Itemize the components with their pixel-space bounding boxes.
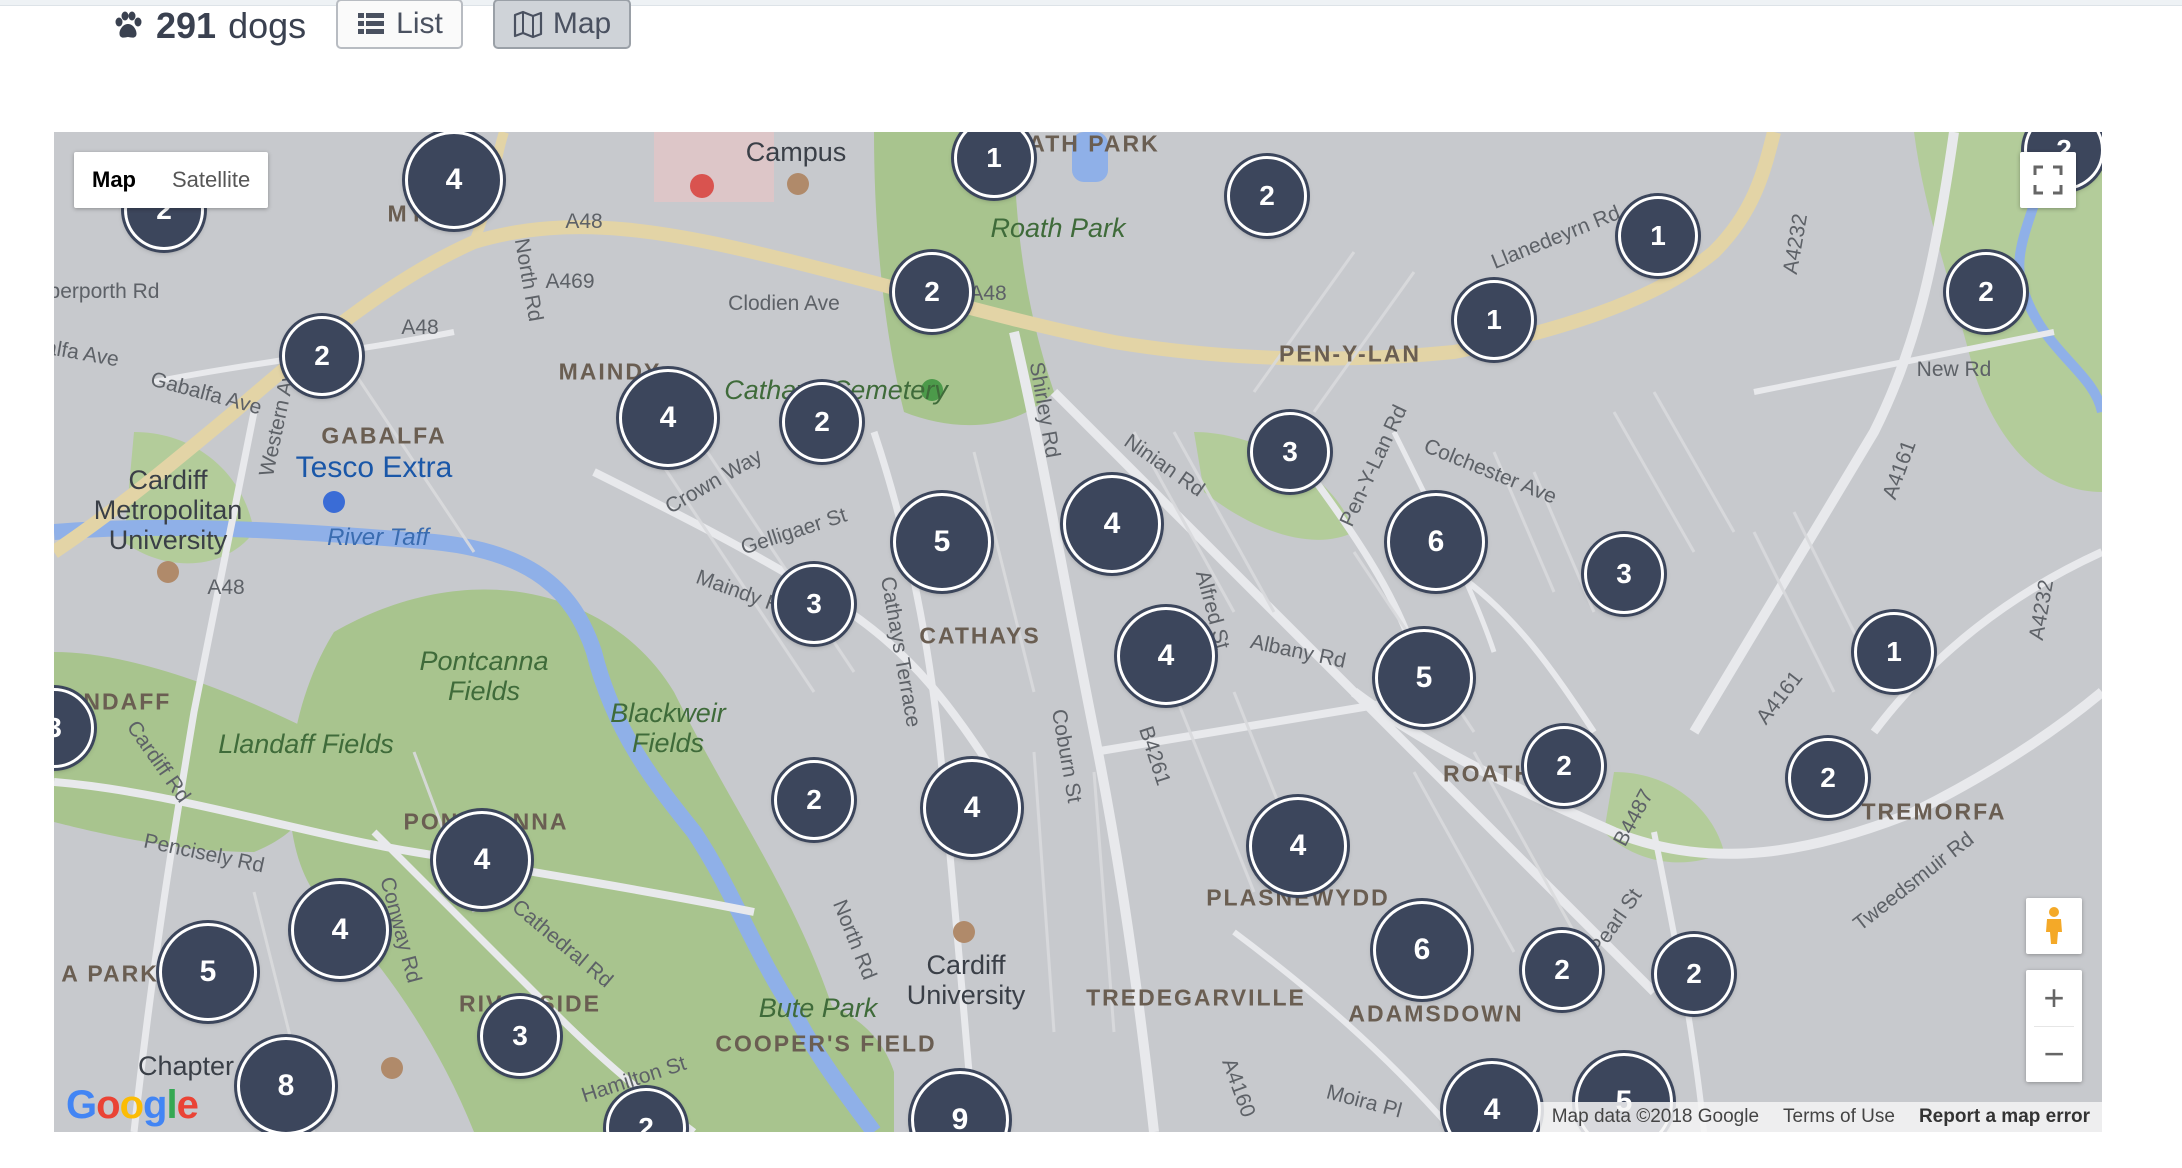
cluster-marker[interactable]: 3 bbox=[480, 996, 560, 1076]
street-view-pegman-button[interactable] bbox=[2026, 898, 2082, 954]
label-chapter: Chapter bbox=[137, 1051, 235, 1081]
count-number: 291 bbox=[156, 5, 217, 46]
cluster-marker[interactable]: 6 bbox=[1373, 901, 1471, 999]
results-header: 291 dogs List Map bbox=[112, 0, 632, 52]
cluster-marker[interactable]: 2 bbox=[1227, 156, 1307, 236]
cluster-marker[interactable]: 3 bbox=[774, 564, 854, 644]
label-llandaff-fields: Llandaff Fields bbox=[218, 729, 394, 759]
cluster-marker[interactable]: 8 bbox=[237, 1037, 335, 1132]
cluster-marker[interactable]: 2 bbox=[782, 382, 862, 462]
zoom-in-button[interactable]: + bbox=[2026, 970, 2082, 1026]
label-roath-park: Roath Park bbox=[990, 213, 1126, 243]
label-tesco-extra: Tesco Extra bbox=[295, 451, 453, 484]
cluster-marker[interactable]: 6 bbox=[1387, 493, 1485, 591]
label-adamsdown: ADAMSDOWN bbox=[1348, 1000, 1524, 1027]
paw-icon bbox=[115, 11, 142, 38]
label-a48-1: A48 bbox=[565, 210, 603, 233]
label-a48-3: A48 bbox=[969, 282, 1007, 305]
label-pontcanna-fields: Pontcanna Fields bbox=[419, 646, 549, 706]
cluster-marker[interactable]: 5 bbox=[893, 493, 991, 591]
list-view-label: List bbox=[396, 7, 443, 40]
cluster-marker[interactable]: 4 bbox=[619, 369, 717, 467]
map-base-layer bbox=[54, 132, 2102, 1132]
cluster-marker[interactable]: 4 bbox=[923, 759, 1021, 857]
cluster-marker[interactable]: 4 bbox=[405, 132, 503, 229]
label-campus: Campus bbox=[745, 137, 847, 167]
cluster-marker[interactable]: 1 bbox=[1618, 196, 1698, 276]
cluster-marker[interactable]: 5 bbox=[159, 923, 257, 1021]
label-coopers-field: COOPER'S FIELD bbox=[715, 1030, 937, 1057]
cluster-marker[interactable]: 2 bbox=[1654, 934, 1734, 1014]
cluster-marker[interactable]: 3 bbox=[1584, 534, 1664, 614]
zoom-out-button[interactable]: − bbox=[2026, 1026, 2082, 1082]
label-river-taff: River Taff bbox=[327, 524, 429, 551]
label-a-park: A PARK bbox=[61, 960, 159, 987]
count-unit: dogs bbox=[228, 5, 307, 46]
label-a48-2: A48 bbox=[401, 316, 439, 339]
pegman-icon bbox=[2046, 907, 2062, 944]
fullscreen-button[interactable] bbox=[2020, 152, 2076, 208]
label-cardiff-met: Cardiff Metropolitan University bbox=[93, 465, 243, 555]
label-berporth-rd: berporth Rd bbox=[54, 280, 160, 303]
cluster-marker[interactable]: 4 bbox=[291, 881, 389, 979]
list-view-button[interactable]: List bbox=[336, 0, 463, 49]
report-map-error-link[interactable]: Report a map error bbox=[1907, 1106, 2102, 1128]
cluster-marker[interactable]: 2 bbox=[1522, 930, 1602, 1010]
cluster-marker[interactable]: 4 bbox=[1249, 797, 1347, 895]
cluster-marker[interactable]: 2 bbox=[1946, 252, 2026, 332]
label-new-rd: New Rd bbox=[1916, 358, 1992, 381]
cluster-marker[interactable]: 4 bbox=[433, 811, 531, 909]
cluster-marker[interactable]: 2 bbox=[774, 760, 854, 840]
cluster-marker[interactable]: 2 bbox=[282, 316, 362, 396]
label-tredegarville: TREDEGARVILLE bbox=[1086, 984, 1306, 1011]
fullscreen-icon bbox=[2033, 165, 2063, 195]
label-tremorfa: TREMORFA bbox=[1861, 798, 2007, 825]
map-type-map-button[interactable]: Map bbox=[74, 152, 154, 208]
label-a48-4: A48 bbox=[207, 576, 245, 599]
map-view-button[interactable]: Map bbox=[492, 0, 632, 49]
label-bute-park: Bute Park bbox=[758, 993, 878, 1023]
map-type-satellite-button[interactable]: Satellite bbox=[154, 152, 268, 208]
google-logo: Google bbox=[66, 1083, 199, 1127]
label-blackweir-fields: Blackweir Fields bbox=[610, 698, 726, 758]
cluster-marker[interactable]: 2 bbox=[892, 252, 972, 332]
map-data-text: Map data ©2018 Google bbox=[1551, 1106, 1760, 1127]
label-a469: A469 bbox=[545, 270, 595, 293]
list-icon bbox=[358, 13, 385, 34]
cluster-marker[interactable]: 2 bbox=[1788, 738, 1868, 818]
label-clodien-ave: Clodien Ave bbox=[728, 292, 840, 315]
label-pen-y-lan: PEN-Y-LAN bbox=[1279, 340, 1421, 367]
cluster-marker[interactable]: 4 bbox=[1063, 475, 1161, 573]
map-view-label: Map bbox=[552, 7, 612, 40]
label-cathays: CATHAYS bbox=[919, 622, 1041, 649]
zoom-divider bbox=[2034, 1026, 2074, 1027]
map-type-control: Map Satellite bbox=[74, 152, 269, 208]
dog-count: 291 dogs bbox=[112, 5, 306, 47]
map-icon bbox=[513, 10, 542, 39]
label-roath: ROATH bbox=[1442, 760, 1534, 787]
label-cardiff-university: Cardiff University bbox=[906, 950, 1026, 1010]
cluster-marker[interactable]: 3 bbox=[1250, 412, 1330, 492]
label-gabalfa: GABALFA bbox=[321, 422, 447, 449]
map-canvas[interactable]: Campus ATH PARK Roath Park PEN-Y-LAN A48… bbox=[54, 132, 2102, 1132]
cluster-marker[interactable]: 2 bbox=[1524, 726, 1604, 806]
label-roath-park-district: ATH PARK bbox=[1028, 132, 1160, 157]
cluster-marker[interactable]: 1 bbox=[1854, 612, 1934, 692]
cluster-marker[interactable]: 5 bbox=[1375, 629, 1473, 727]
cluster-marker[interactable]: 1 bbox=[1454, 280, 1534, 360]
zoom-control: + − bbox=[2026, 970, 2082, 1082]
terms-of-use-link[interactable]: Terms of Use bbox=[1771, 1106, 1907, 1128]
cluster-marker[interactable]: 4 bbox=[1117, 607, 1215, 705]
map-attribution: Map data ©2018 Google Terms of Use Repor… bbox=[1539, 1102, 2102, 1132]
